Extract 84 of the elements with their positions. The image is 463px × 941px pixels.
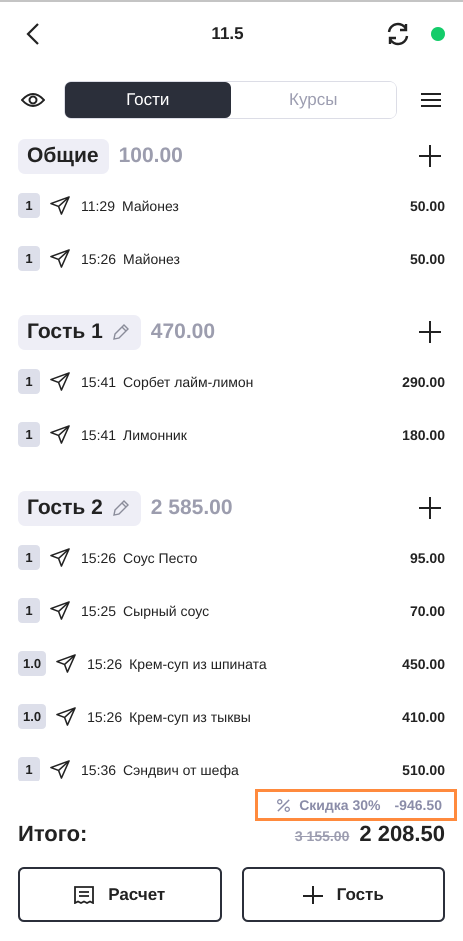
item-time: 15:26	[87, 708, 122, 724]
order-item[interactable]: 1 15:25 Сырный соус 70.00	[18, 584, 445, 637]
action-button[interactable]: Расчет	[18, 867, 222, 922]
discount-label: Скидка 30%	[299, 797, 381, 813]
item-price: 70.00	[410, 602, 445, 618]
send-icon	[55, 706, 78, 727]
quantity-badge: 1	[18, 193, 40, 218]
order-item[interactable]: 1 15:41 Лимонник 180.00	[18, 408, 445, 461]
order-item[interactable]: 1.0 15:26 Крем-суп из шпината 450.00	[18, 637, 445, 690]
item-time: 15:41	[81, 374, 116, 390]
order-item[interactable]: 1 15:41 Сорбет лайм-лимон 290.00	[18, 355, 445, 408]
item-time: 15:36	[81, 762, 116, 778]
guest-name: Гость 1	[27, 320, 103, 344]
guest-total: 470.00	[150, 320, 216, 344]
eye-icon[interactable]	[21, 92, 45, 108]
item-time: 15:25	[81, 602, 116, 618]
plus-icon[interactable]	[419, 321, 441, 343]
send-icon	[49, 248, 71, 269]
quantity-badge: 1	[18, 246, 40, 271]
item-price: 50.00	[410, 250, 445, 266]
order-item[interactable]: 1 11:29 Майонез 50.00	[18, 179, 445, 232]
send-icon	[55, 653, 78, 674]
refresh-icon[interactable]	[385, 21, 411, 47]
item-time: 11:29	[81, 198, 115, 214]
order-title: 11.5	[210, 24, 245, 44]
send-icon	[49, 600, 71, 621]
back-icon[interactable]	[26, 22, 40, 46]
item-name: Крем-суп из шпината	[129, 656, 268, 672]
discount-amount: -946.50	[394, 797, 442, 813]
item-name: Крем-суп из тыквы	[129, 708, 252, 724]
item-name: Сэндвич от шефа	[123, 762, 240, 778]
quantity-badge: 1	[18, 757, 40, 781]
item-price: 450.00	[402, 656, 445, 672]
order-item[interactable]: 1.0 15:26 Крем-суп из тыквы 410.00	[18, 690, 445, 743]
item-price: 290.00	[402, 374, 445, 390]
guest-name: Общие	[27, 144, 99, 168]
total-label: Итого:	[18, 821, 88, 847]
item-time: 15:26	[81, 250, 116, 266]
item-price: 410.00	[402, 708, 445, 724]
quantity-badge: 1	[18, 545, 40, 570]
item-time: 15:41	[81, 426, 116, 442]
total-amount: 2 208.50	[359, 821, 445, 847]
order-item[interactable]: 1 15:26 Майонез 50.00	[18, 232, 445, 285]
send-icon	[49, 424, 71, 445]
quantity-badge: 1	[18, 369, 40, 394]
menu-icon[interactable]	[421, 92, 441, 108]
item-name: Сорбет лайм-лимон	[123, 374, 254, 390]
old-total: 3 155.00	[294, 828, 350, 844]
pencil-icon[interactable]	[110, 498, 131, 518]
item-name: Майонез	[123, 250, 181, 266]
item-name: Сырный соус	[123, 602, 210, 618]
tab[interactable]: Гости	[65, 82, 230, 118]
send-icon	[49, 547, 71, 568]
guest-chip[interactable]: Гость 2	[18, 490, 141, 526]
item-price: 95.00	[410, 550, 445, 566]
guest-chip[interactable]: Гость 1	[18, 314, 141, 350]
quantity-badge: 1	[18, 598, 40, 623]
item-time: 15:26	[81, 550, 116, 566]
guest-total: 100.00	[118, 144, 184, 168]
guest-total: 2 585.00	[150, 496, 234, 520]
quantity-badge: 1.0	[18, 704, 46, 729]
quantity-badge: 1	[18, 422, 40, 447]
send-icon	[49, 195, 71, 216]
item-time: 15:26	[87, 656, 122, 672]
order-item[interactable]: 1 15:36 Сэндвич от шефа 510.00	[18, 743, 445, 781]
percent-icon	[276, 798, 292, 812]
item-name: Соус Песто	[123, 550, 198, 566]
item-price: 510.00	[402, 762, 445, 778]
order-item[interactable]: 1 15:26 Соус Песто 95.00	[18, 531, 445, 584]
action-button[interactable]: Гость	[242, 867, 445, 922]
plus-icon[interactable]	[419, 497, 441, 519]
pencil-icon[interactable]	[110, 322, 131, 342]
receipt-icon	[74, 886, 94, 904]
guest-name: Гость 2	[27, 496, 103, 520]
item-price: 180.00	[402, 426, 445, 442]
send-icon	[49, 759, 71, 780]
plus-icon	[302, 886, 323, 904]
item-name: Лимонник	[123, 426, 188, 442]
plus-icon[interactable]	[419, 145, 441, 167]
send-icon	[49, 371, 71, 392]
item-price: 50.00	[410, 198, 445, 214]
item-name: Майонез	[122, 198, 180, 214]
guest-chip[interactable]: Общие	[18, 138, 109, 174]
quantity-badge: 1.0	[18, 651, 46, 676]
